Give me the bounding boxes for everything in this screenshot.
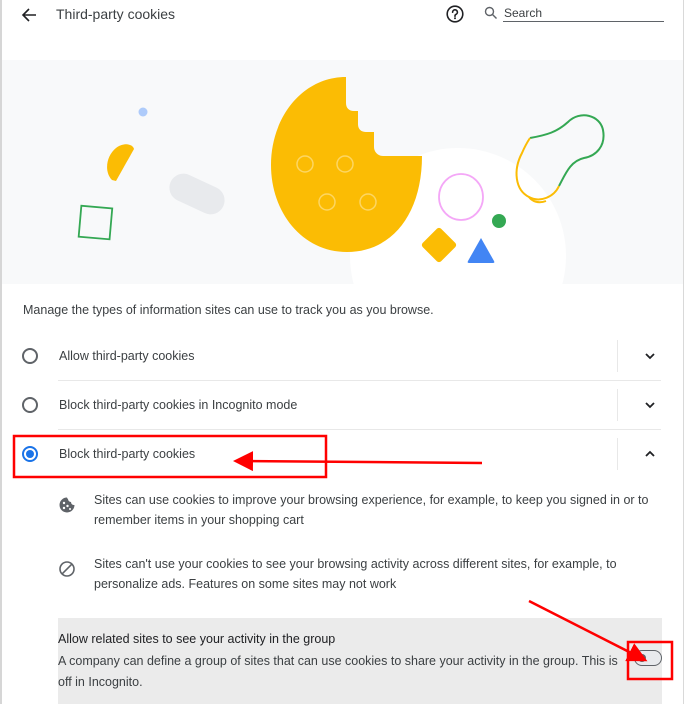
right-gutter [684,0,689,704]
vertical-divider [617,389,618,421]
detail-text: Sites can use cookies to improve your br… [94,493,649,527]
cookie-illustration [77,77,605,284]
vertical-divider [617,340,618,372]
page-title: Third-party cookies [56,6,176,22]
radio-allow-third-party-cookies[interactable] [22,348,38,364]
search-icon [484,6,497,19]
search-box [484,4,666,22]
cookie-illustration-banner [2,60,683,284]
green-dot-shape [492,214,506,228]
related-sites-setting: Allow related sites to see your activity… [58,618,662,704]
vertical-divider [617,438,618,470]
green-square-shape [77,204,114,241]
option-label: Allow third-party cookies [59,349,195,363]
option-allow-third-party-cookies[interactable]: Allow third-party cookies [2,332,683,380]
settings-page: Third-party cookies Search Manage the ty… [0,0,689,704]
page-header: Third-party cookies [2,0,683,30]
option-block-incognito[interactable]: Block third-party cookies in Incognito m… [2,381,683,429]
radio-block-third-party-cookies[interactable] [22,446,38,462]
related-sites-description: A company can define a group of sites th… [58,654,618,689]
intro-text: Manage the types of information sites ca… [23,303,434,317]
option-label: Block third-party cookies [59,447,196,461]
chevron-up-icon[interactable] [642,446,658,462]
related-sites-title: Allow related sites to see your activity… [58,632,336,646]
toggle-knob [638,654,646,662]
cookie-icon [59,497,75,513]
green-peanut-shape [529,114,605,187]
block-icon [59,561,75,577]
search-input[interactable] [503,4,664,22]
help-button[interactable] [445,4,465,24]
option-label: Block third-party cookies in Incognito m… [59,398,298,412]
related-sites-toggle[interactable] [634,650,662,666]
back-button[interactable] [18,4,40,26]
cookie-shape [271,77,422,252]
help-circle-icon [446,5,464,23]
gray-pill-shape [169,173,225,215]
chevron-down-icon[interactable] [642,348,658,364]
chevron-down-icon[interactable] [642,397,658,413]
radio-block-incognito[interactable] [22,397,38,413]
arrow-back-icon [21,8,36,22]
yellow-half-moon-shape [107,144,134,181]
detail-text: Sites can't use your cookies to see your… [94,557,617,591]
blue-dot-shape [138,107,148,117]
option-block-third-party-cookies[interactable]: Block third-party cookies [2,430,683,478]
